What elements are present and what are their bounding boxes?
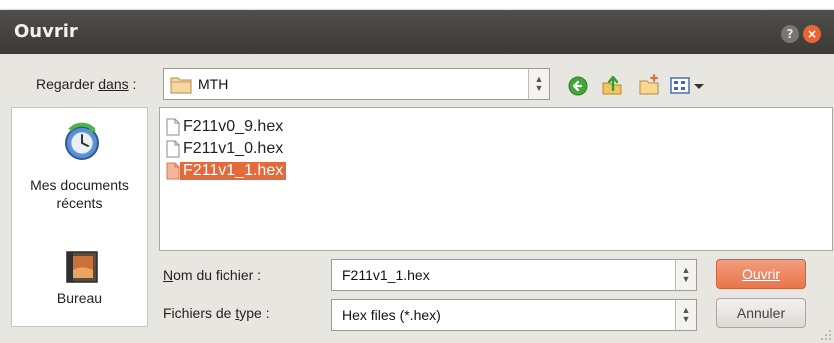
filetype-spinner[interactable]: ▲ ▼	[675, 300, 696, 330]
close-icon[interactable]: ×	[803, 25, 821, 43]
filename-label: Nom du fichier :	[163, 267, 262, 283]
file-icon	[166, 118, 180, 136]
back-arrow-icon[interactable]	[568, 76, 588, 96]
file-icon	[166, 162, 180, 180]
view-menu-icon	[670, 77, 704, 94]
filename-input[interactable]: F211v1_1.hex ▲ ▼	[331, 259, 697, 291]
place-desktop-label: Bureau	[56, 290, 103, 306]
filetype-select[interactable]: Hex files (*.hex) ▲ ▼	[331, 299, 697, 331]
file-item-selected[interactable]: F211v1_1.hex	[166, 160, 287, 182]
file-name: F211v1_0.hex	[183, 140, 284, 157]
filetype-label: Fichiers de type :	[163, 305, 270, 321]
place-desktop[interactable]: Bureau	[12, 238, 147, 318]
filetype-value: Hex files (*.hex)	[342, 307, 441, 323]
file-icon	[166, 140, 180, 158]
cancel-button-label: Annuler	[736, 305, 786, 321]
file-item[interactable]: F211v1_0.hex	[166, 138, 286, 160]
resize-grip-icon[interactable]	[818, 327, 832, 341]
look-in-value: MTH	[198, 76, 229, 92]
dialog-title: Ouvrir	[14, 21, 78, 42]
help-icon[interactable]: ?	[781, 25, 799, 43]
open-button-label: Ouvrir	[741, 266, 781, 282]
file-name: F211v1_1.hex	[180, 162, 287, 180]
open-button[interactable]: Ouvrir	[716, 259, 806, 289]
recent-documents-icon	[65, 122, 99, 160]
look-in-combo[interactable]: MTH ▲ ▼	[163, 68, 550, 100]
up-folder-icon[interactable]	[601, 74, 623, 96]
places-sidebar: Mes documents récents Bureau	[11, 107, 148, 327]
title-bar[interactable]: Ouvrir ? ×	[0, 10, 834, 54]
file-item[interactable]: F211v0_9.hex	[166, 116, 286, 138]
file-list[interactable]: F211v0_9.hex F211v1_0.hex F211v1_1.hex	[159, 107, 833, 251]
place-recent-documents[interactable]: Mes documents récents	[12, 108, 147, 218]
look-in-label: Regarder dans :	[36, 76, 137, 92]
view-menu-button[interactable]	[670, 76, 710, 96]
desktop-icon	[66, 251, 98, 283]
cancel-button[interactable]: Annuler	[716, 298, 806, 328]
place-recent-label-line2: récents	[56, 195, 103, 211]
new-folder-icon[interactable]	[638, 74, 660, 96]
open-file-dialog: Ouvrir ? × Regarder dans : MTH ▲ ▼ Mes d…	[0, 10, 834, 343]
filename-value: F211v1_1.hex	[342, 267, 430, 283]
folder-icon	[170, 77, 192, 94]
look-in-spinner[interactable]: ▲ ▼	[528, 69, 549, 99]
filename-spinner[interactable]: ▲ ▼	[675, 260, 696, 290]
file-name: F211v0_9.hex	[183, 118, 284, 135]
place-recent-label-line1: Mes documents	[30, 177, 129, 193]
